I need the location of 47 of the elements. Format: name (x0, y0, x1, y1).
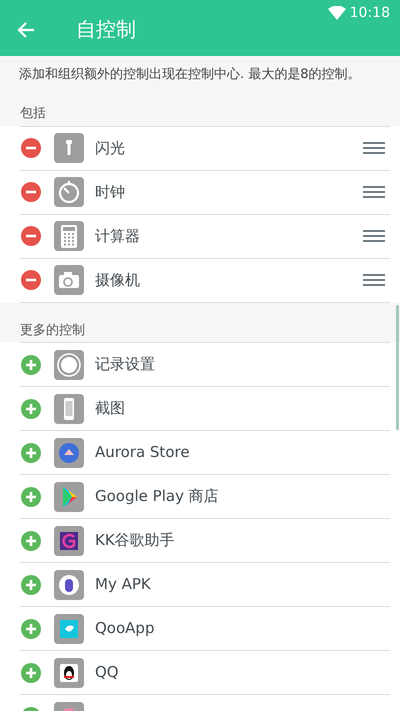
section-header: 包括 (19, 105, 47, 123)
control-label: 截图 (95, 398, 126, 420)
timer-icon (54, 177, 84, 207)
add-icon[interactable] (20, 486, 42, 508)
control-label: Aurora Store (95, 442, 191, 464)
drag-handle-icon[interactable] (363, 230, 385, 242)
add-icon[interactable] (20, 662, 42, 684)
add-icon[interactable] (20, 530, 42, 552)
remove-icon[interactable] (20, 181, 42, 203)
control-label: 记录设置 (95, 354, 156, 376)
control-label: Google Play 商店 (95, 486, 220, 508)
drag-handle-icon[interactable] (363, 142, 385, 154)
add-icon[interactable] (20, 442, 42, 464)
drag-handle-icon[interactable] (363, 186, 385, 198)
control-label: 闪光 (95, 138, 126, 159)
drag-handle-icon[interactable] (363, 274, 385, 286)
camera-icon (54, 265, 84, 295)
add-icon[interactable] (20, 574, 42, 596)
back-icon[interactable] (16, 20, 36, 38)
screen-title: 自控制 (75, 16, 136, 43)
control-label: KK谷歌助手 (95, 530, 176, 552)
remove-icon[interactable] (20, 137, 42, 159)
add-icon[interactable] (20, 618, 42, 640)
add-icon[interactable] (20, 354, 42, 376)
control-label: QooApp (95, 618, 156, 640)
control-label: 计算器 (95, 226, 141, 247)
status-time: 10:18 (350, 4, 390, 23)
description-text: 添加和组织额外的控制出现在控制中心. 最大的是8的控制。 (18, 66, 362, 84)
app-icon (54, 438, 84, 468)
control-label: 摄像机 (95, 270, 141, 291)
add-icon[interactable] (20, 398, 42, 420)
remove-icon[interactable] (20, 269, 42, 291)
control-label: 时钟 (95, 182, 126, 203)
record-icon (54, 350, 84, 380)
penguin-icon (54, 658, 84, 688)
app-icon (54, 614, 84, 644)
phone-icon (54, 394, 84, 424)
remove-icon[interactable] (20, 225, 42, 247)
play-store-icon (54, 482, 84, 512)
flashlight-icon (54, 133, 84, 163)
wifi-icon (328, 6, 346, 20)
app-icon (54, 570, 84, 600)
calculator-icon (54, 221, 84, 251)
section-header: 更多的控制 (19, 322, 86, 340)
app-icon (54, 526, 84, 556)
control-label: My APK (95, 574, 152, 596)
control-label: QQ (95, 662, 120, 684)
